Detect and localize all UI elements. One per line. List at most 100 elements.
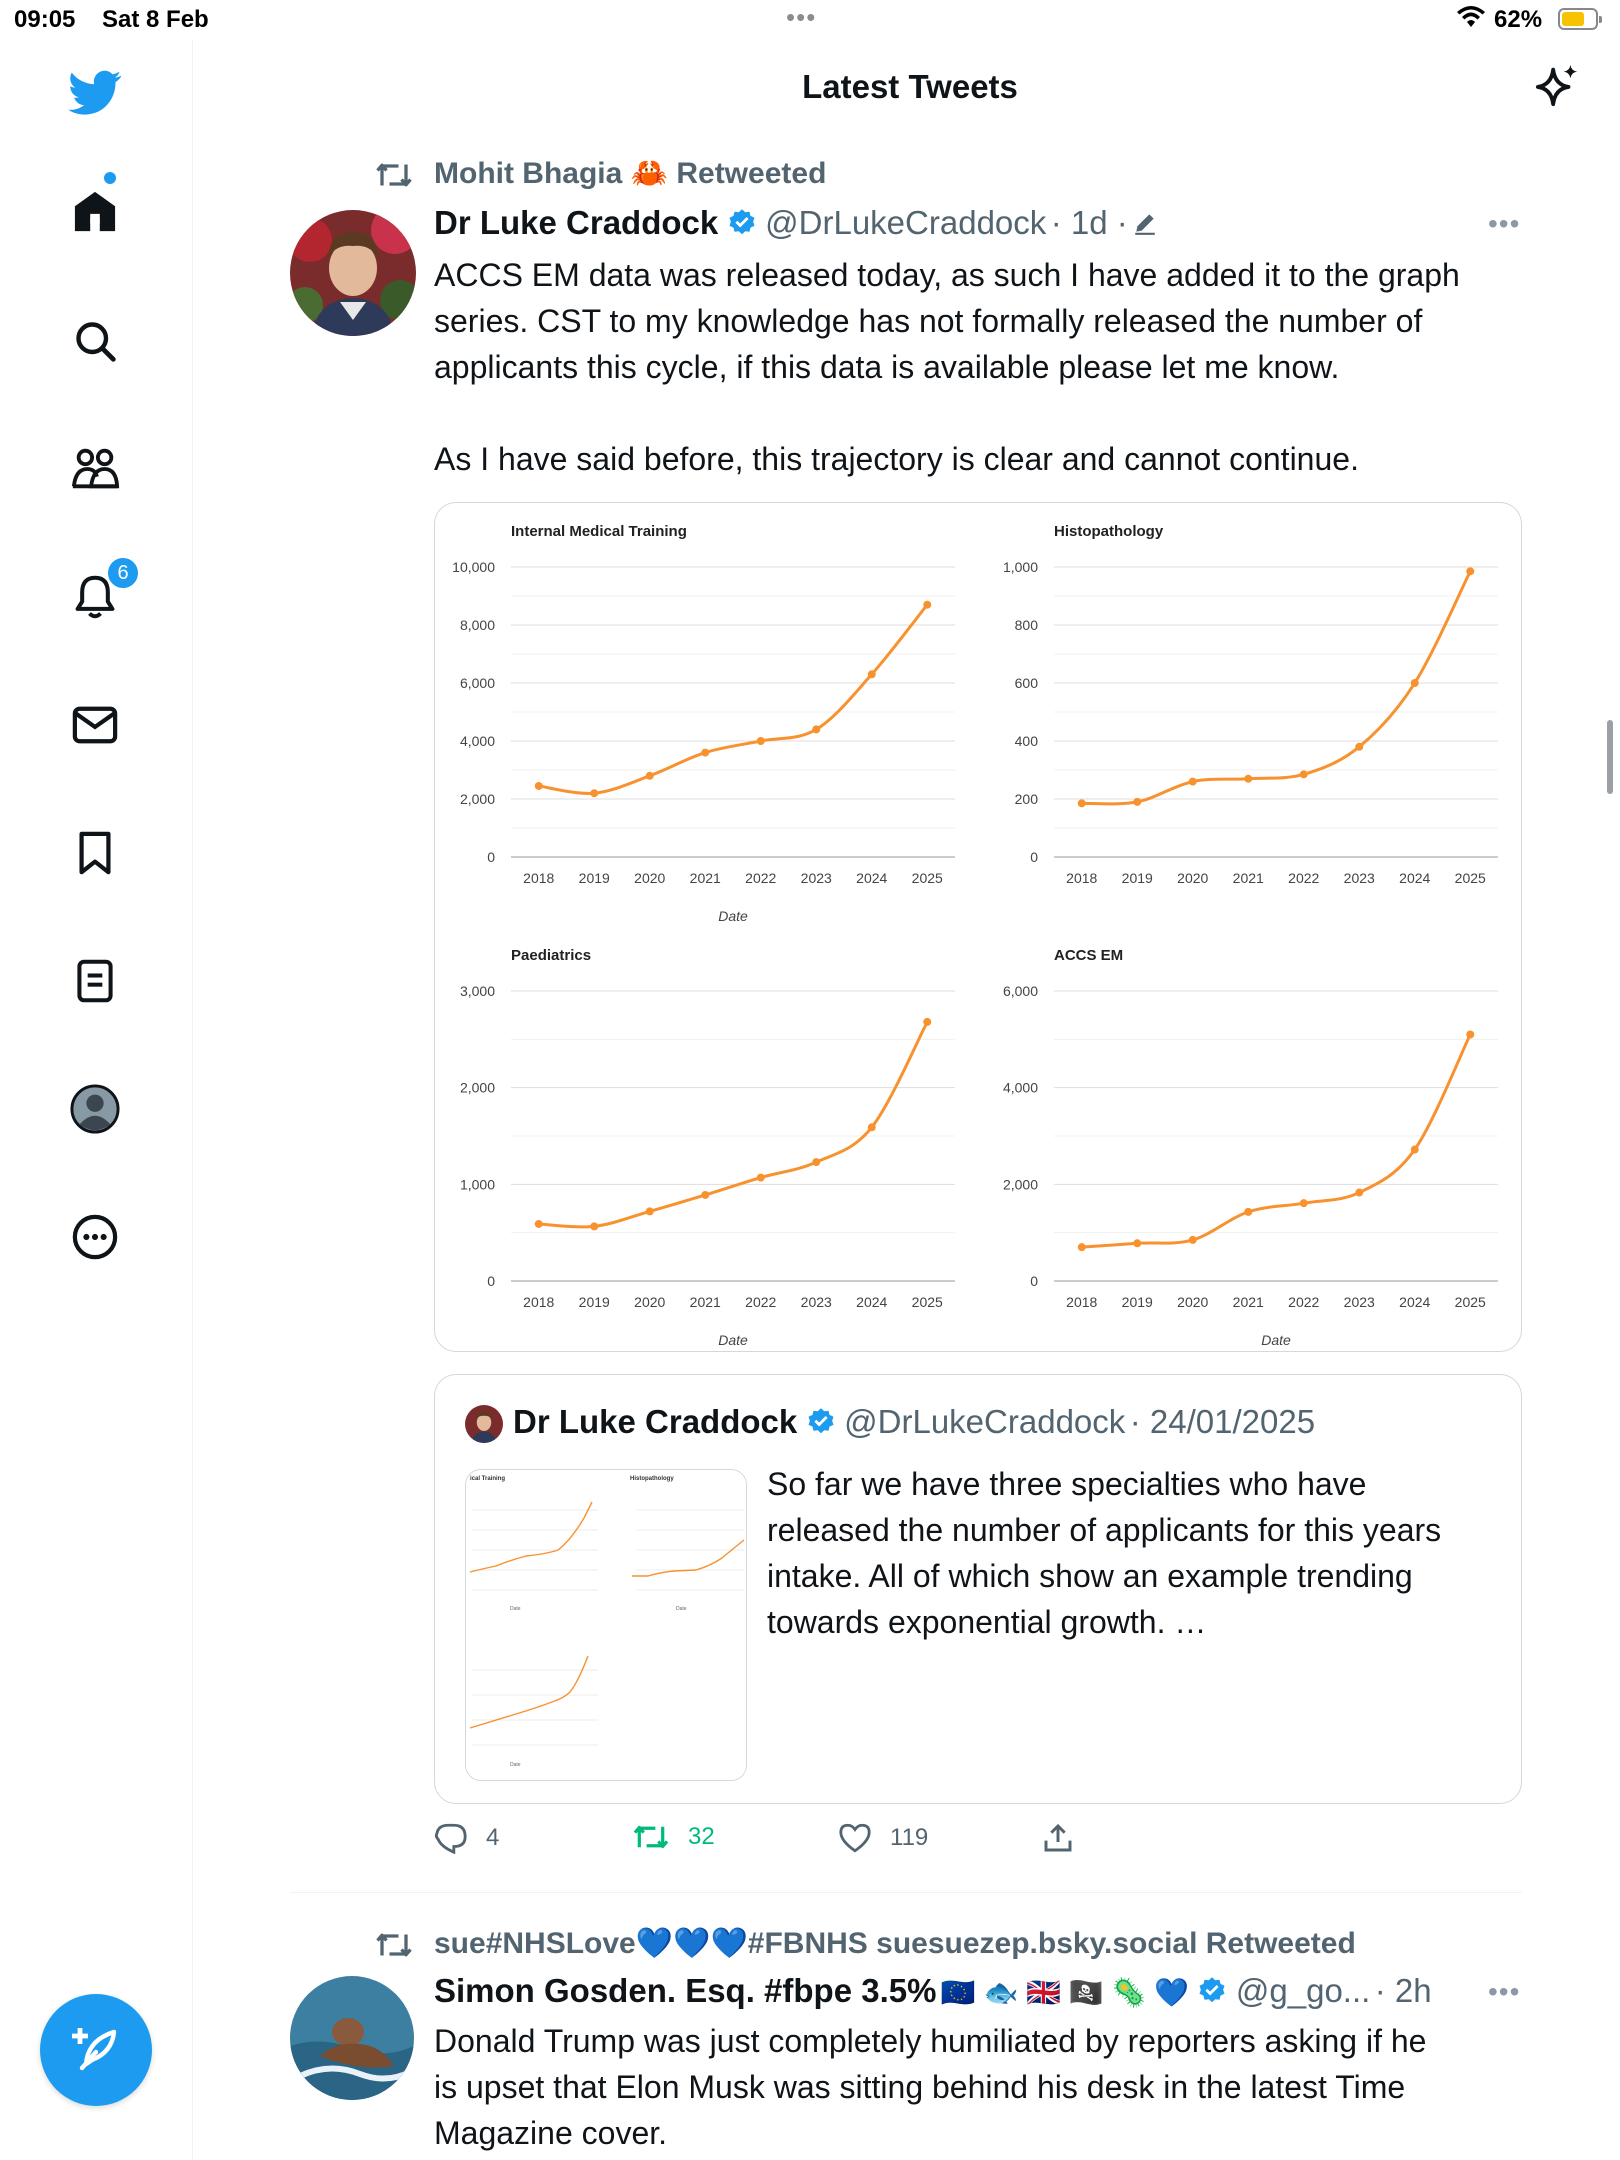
chart-x-axis-label: Date [718, 1332, 748, 1348]
edited-pencil-icon[interactable] [1132, 210, 1158, 241]
chart-x-tick-label: 2022 [745, 1294, 776, 1310]
battery-icon [1558, 8, 1602, 30]
quote-text-line: So far we have three specialties who hav… [767, 1466, 1367, 1502]
chart-x-tick-label: 2018 [1066, 1294, 1097, 1310]
tweet1-author-avatar[interactable] [290, 210, 416, 336]
tweet2-header: Simon Gosden. Esq. #fbpe 3.5% 🇪🇺 🐟 🇬🇧 🏴‍… [434, 1972, 1432, 2011]
tweet2-more-icon[interactable]: ••• [1488, 1976, 1520, 2008]
bookmarks-icon[interactable] [66, 824, 124, 882]
lists-icon[interactable] [66, 952, 124, 1010]
chart-x-tick-label: 2020 [1177, 1294, 1208, 1310]
chart-data-point [701, 1190, 710, 1199]
compose-tweet-button[interactable] [40, 1994, 152, 2106]
verified-badge-icon [727, 208, 757, 243]
tweet2-author-name[interactable]: Simon Gosden. Esq. #fbpe 3.5% [434, 1972, 936, 2009]
chart-y-tick-label: 400 [1015, 733, 1039, 749]
communities-icon[interactable] [66, 440, 124, 498]
chart-data-point [645, 1207, 654, 1216]
like-button[interactable]: 119 [838, 1822, 928, 1854]
notifications-badge: 6 [106, 556, 140, 590]
sparkle-icon[interactable] [1534, 62, 1580, 113]
svg-text:Histopathology: Histopathology [630, 1476, 674, 1482]
home-unread-dot [104, 172, 116, 184]
retweet-icon [633, 1825, 669, 1849]
chart-data-point [1133, 797, 1142, 806]
chart-y-tick-label: 4,000 [460, 733, 495, 749]
chart-data-point [534, 781, 543, 790]
chart-x-tick-label: 2024 [1399, 870, 1430, 886]
tweet2-author-avatar[interactable] [290, 1976, 414, 2100]
chart-series-line [538, 603, 929, 795]
chart-x-tick-label: 2025 [912, 1294, 943, 1310]
chart-title: Internal Medical Training [511, 523, 687, 540]
twitter-logo-icon[interactable] [66, 64, 124, 122]
chart-data-point [1466, 567, 1475, 576]
chart-data-point [1133, 1239, 1142, 1248]
reply-button[interactable]: 4 [434, 1822, 499, 1854]
chart-title: Paediatrics [511, 947, 591, 964]
tweet2-handle[interactable]: @g_go... [1236, 1972, 1370, 2009]
chart-x-tick-label: 2024 [856, 870, 887, 886]
tweet1-social-context[interactable]: Mohit Bhagia 🦀 Retweeted [434, 156, 826, 191]
chart-data-point [923, 600, 932, 609]
retweet-context-icon [374, 160, 414, 195]
tweet2-author-emojis: 🇪🇺 🐟 🇬🇧 🏴‍☠️ 🦠 💙 [940, 1977, 1189, 2008]
svg-text:ical Training: ical Training [470, 1476, 505, 1482]
multitasking-dots-icon[interactable]: ••• [786, 2, 816, 33]
chart-data-point [867, 1123, 876, 1132]
quote-header: Dr Luke Craddock @DrLukeCraddock · 24/01… [513, 1403, 1315, 1442]
tweet1-time[interactable]: · 1d · [1051, 204, 1128, 241]
quoted-tweet-card[interactable]: Dr Luke Craddock @DrLukeCraddock · 24/01… [434, 1374, 1522, 1804]
chart-y-tick-label: 800 [1015, 617, 1039, 633]
chart-title: ACCS EM [1054, 947, 1123, 964]
tweet2-time[interactable]: · 2h [1375, 1972, 1432, 2009]
tweet1-handle[interactable]: @DrLukeCraddock [765, 204, 1046, 241]
share-button[interactable] [1042, 1822, 1074, 1854]
chart-y-tick-label: 4,000 [1003, 1080, 1038, 1096]
battery-percent: 62% [1494, 6, 1543, 33]
messages-icon[interactable] [66, 696, 124, 754]
chart-y-tick-label: 1,000 [1003, 559, 1038, 575]
chart-y-tick-label: 1,000 [460, 1176, 495, 1192]
chart-x-tick-label: 2018 [523, 870, 554, 886]
chart-x-tick-label: 2025 [1455, 870, 1486, 886]
profile-avatar-icon[interactable] [66, 1080, 124, 1138]
heart-icon [839, 1823, 871, 1853]
chart-data-point [1077, 1243, 1086, 1252]
chart-x-tick-label: 2020 [634, 1294, 665, 1310]
chart-x-tick-label: 2023 [1344, 1294, 1375, 1310]
home-icon[interactable] [66, 182, 124, 240]
retweet-context-icon [374, 1930, 414, 1965]
chart-data-point [867, 670, 876, 679]
tweet1-chart-image[interactable]: Internal Medical Training 10,000 8,000 6,00… [434, 502, 1522, 1352]
tweet1-author-name[interactable]: Dr Luke Craddock [434, 204, 718, 241]
scrollbar[interactable] [1607, 720, 1613, 794]
tweet2-social-context[interactable]: sue#NHSLove💙💙💙#FBNHS suesuezep.bsky.soci… [434, 1926, 1356, 1961]
retweet-count: 32 [688, 1823, 715, 1850]
chart-x-tick-label: 2024 [856, 1294, 887, 1310]
chart-x-tick-label: 2019 [1122, 1294, 1153, 1310]
quote-chart-thumbnail[interactable]: ical Training Histopathology Date Date D… [465, 1469, 747, 1781]
chart-series-line [1081, 570, 1472, 806]
chart-data-point [1188, 777, 1197, 786]
chart-x-tick-label: 2019 [1122, 870, 1153, 886]
page-title: Latest Tweets [802, 68, 1018, 105]
chart-x-tick-label: 2022 [1288, 870, 1319, 886]
chart-x-tick-label: 2022 [745, 870, 776, 886]
search-icon[interactable] [66, 312, 124, 370]
chart-y-tick-label: 600 [1015, 675, 1039, 691]
retweet-button[interactable]: 32 [632, 1822, 715, 1852]
chart-y-tick-label: 2,000 [1003, 1176, 1038, 1192]
chart-data-point [1410, 679, 1419, 687]
chart-x-tick-label: 2021 [690, 870, 721, 886]
tweet1-more-icon[interactable]: ••• [1488, 208, 1520, 240]
svg-text:Date: Date [510, 1606, 521, 1612]
tweet1-text-line: ACCS EM data was released today, as such… [434, 257, 1460, 293]
chart-y-tick-label: 0 [487, 1273, 495, 1289]
chart-x-axis-label: Date [718, 908, 748, 924]
tweet1-text-line: As I have said before, this trajectory i… [434, 441, 1359, 477]
chart-data-point [1077, 799, 1086, 808]
more-options-icon[interactable] [66, 1208, 124, 1266]
chart-data-point [1244, 1207, 1253, 1216]
chart-y-tick-label: 6,000 [460, 675, 495, 691]
